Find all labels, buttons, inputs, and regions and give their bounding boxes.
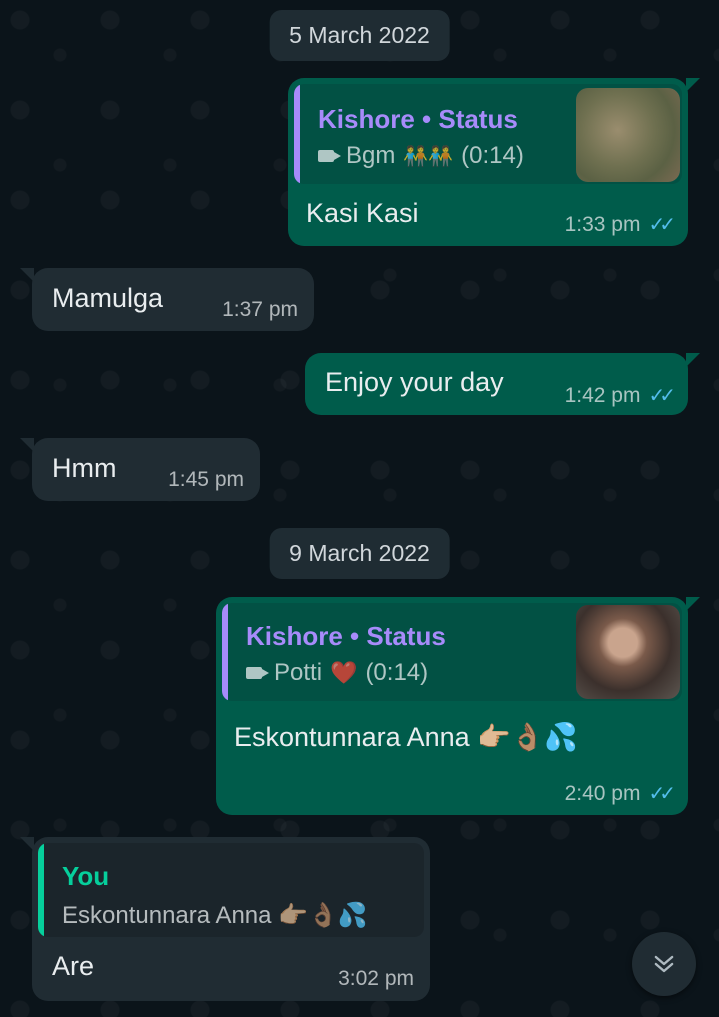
bubble-tail — [686, 78, 700, 92]
quoted-message[interactable]: You Eskontunnara Anna 👉🏼👌🏽💦 — [38, 843, 424, 937]
message-meta: 1:42 pm ✓✓ — [564, 383, 676, 408]
message-time: 1:37 pm — [222, 298, 298, 321]
double-check-icon: ✓✓ — [648, 214, 675, 236]
video-icon — [318, 150, 341, 162]
message-time: 1:45 pm — [168, 468, 244, 491]
message-bubble-incoming[interactable]: Mamulga 1:37 pm — [20, 268, 314, 331]
message-time: 1:33 pm — [564, 212, 641, 236]
quote-title: Kishore • Status — [246, 621, 446, 651]
quote-duration: (0:14) — [461, 142, 524, 169]
quote-media-line: Potti ❤️ (0:14) — [246, 659, 428, 687]
message-text: Hmm — [52, 453, 117, 483]
quote-accent-bar — [222, 603, 228, 701]
double-check-icon: ✓✓ — [648, 783, 675, 805]
quote-duration: (0:14) — [365, 659, 429, 686]
quote-emoji: 🧑‍🤝‍🧑🧑‍🤝‍🧑 — [403, 145, 454, 168]
message-meta: 1:33 pm ✓✓ — [564, 212, 676, 237]
quote-emoji: ❤️ — [330, 660, 358, 685]
bubble-tail — [686, 597, 700, 611]
quote-accent-bar — [294, 84, 300, 184]
quote-accent-bar — [38, 843, 44, 937]
message-bubble-incoming[interactable]: Hmm 1:45 pm — [20, 438, 260, 501]
double-chevron-down-icon — [654, 955, 674, 973]
bubble-tail — [20, 837, 34, 851]
bubble-tail — [686, 353, 700, 367]
quote-media-label: Potti — [274, 659, 323, 686]
status-thumbnail[interactable] — [576, 605, 680, 699]
quoted-status[interactable]: Kishore • Status Bgm 🧑‍🤝‍🧑🧑‍🤝‍🧑 (0:14) — [294, 84, 682, 184]
message-time: 3:02 pm — [338, 967, 414, 990]
message-meta: 3:02 pm — [338, 967, 414, 991]
date-separator: 5 March 2022 — [269, 10, 450, 61]
message-meta: 1:37 pm — [222, 298, 298, 322]
quote-title: Kishore • Status — [318, 104, 518, 134]
quote-media-label: Bgm — [346, 142, 396, 169]
message-bubble-incoming[interactable]: You Eskontunnara Anna 👉🏼👌🏽💦 Are 3:02 pm — [20, 837, 430, 1001]
date-separator: 9 March 2022 — [269, 528, 450, 579]
bubble-tail — [20, 438, 34, 452]
message-time: 2:40 pm — [564, 781, 641, 805]
message-text: Kasi Kasi — [306, 198, 419, 228]
message-meta: 1:45 pm — [168, 468, 244, 492]
message-meta: 2:40 pm ✓✓ — [564, 781, 676, 806]
message-text: Enjoy your day — [325, 367, 504, 397]
message-text: Mamulga — [52, 283, 164, 313]
status-thumbnail[interactable] — [576, 88, 680, 182]
video-icon — [246, 667, 269, 679]
message-bubble-outgoing[interactable]: Kishore • Status Potti ❤️ (0:14) Eskontu… — [216, 597, 700, 815]
quote-text: Eskontunnara Anna 👉🏼👌🏽💦 — [62, 902, 368, 929]
message-bubble-outgoing[interactable]: Enjoy your day 1:42 pm ✓✓ — [305, 353, 700, 415]
message-text: Eskontunnara Anna 👉🏼👌🏽💦 — [234, 722, 579, 752]
double-check-icon: ✓✓ — [648, 385, 675, 407]
quote-title: You — [62, 861, 110, 891]
message-bubble-outgoing[interactable]: Kishore • Status Bgm 🧑‍🤝‍🧑🧑‍🤝‍🧑 (0:14) K… — [288, 78, 700, 246]
message-text: Are — [52, 951, 95, 981]
bubble-tail — [20, 268, 34, 282]
scroll-to-bottom-button[interactable] — [632, 932, 696, 996]
quote-media-line: Bgm 🧑‍🤝‍🧑🧑‍🤝‍🧑 (0:14) — [318, 142, 524, 170]
quoted-status[interactable]: Kishore • Status Potti ❤️ (0:14) — [222, 603, 682, 701]
message-time: 1:42 pm — [564, 383, 641, 407]
